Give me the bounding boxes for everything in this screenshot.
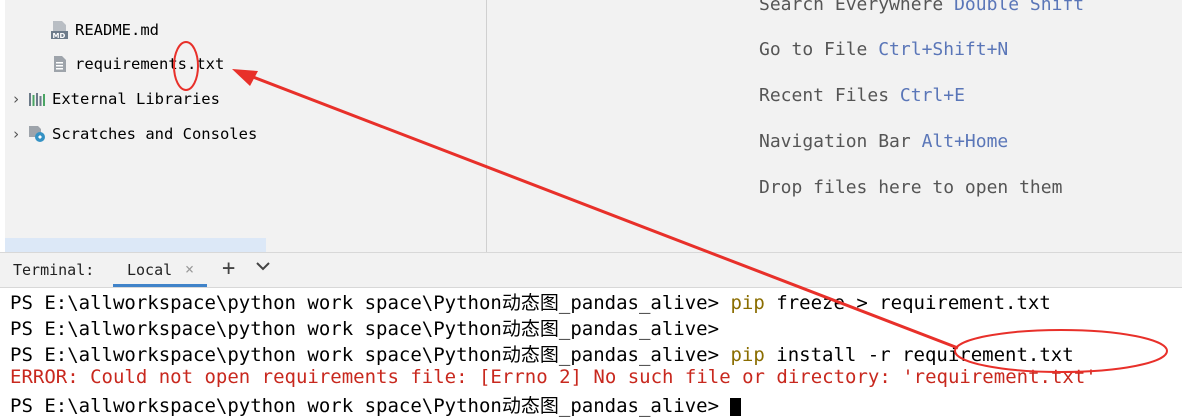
terminal-title: Terminal: (13, 261, 95, 279)
hint-text: Recent Files (759, 85, 890, 106)
hint-drop-files: Drop files here to open them (759, 177, 1062, 198)
terminal-prompt: PS E:\allworkspace\python work space\Pyt… (10, 292, 720, 314)
editor-empty-area (487, 0, 1182, 252)
terminal-prompt: PS E:\allworkspace\python work space\Pyt… (10, 395, 720, 417)
tree-item-label: Scratches and Consoles (52, 125, 258, 143)
terminal-cursor (730, 397, 742, 416)
hint-shortcut: Double Shift (954, 0, 1085, 15)
tab-label: Local (127, 261, 173, 279)
terminal-header: Terminal: Local × + (0, 252, 1182, 288)
terminal-prompt: PS E:\allworkspace\python work space\Pyt… (10, 344, 720, 366)
terminal-line: PS E:\allworkspace\python work space\Pyt… (10, 391, 742, 418)
hint-shortcut: Alt+Home (921, 131, 1009, 152)
terminal-line: PS E:\allworkspace\python work space\Pyt… (10, 340, 1074, 367)
markdown-file-icon: MD (51, 20, 69, 40)
hint-shortcut: Ctrl+Shift+N (878, 39, 1009, 60)
hint-text: Go to File (759, 39, 868, 60)
terminal-prompt: PS E:\allworkspace\python work space\Pyt… (10, 318, 720, 340)
chevron-down-icon[interactable] (255, 258, 271, 279)
chevron-right-icon[interactable]: › (10, 125, 22, 143)
tree-item-cut-off (52, 0, 92, 2)
scratches-icon (28, 125, 46, 143)
tree-item-requirements[interactable]: requirements.txt (53, 53, 224, 75)
hint-navigation-bar: Navigation Bar Alt+Home (759, 131, 1008, 152)
hint-shortcut: Ctrl+E (899, 85, 965, 106)
tree-item-label: README.md (75, 21, 159, 39)
terminal-error-line: ERROR: Could not open requirements file:… (10, 366, 1097, 388)
libraries-icon (28, 91, 46, 107)
terminal-line: PS E:\allworkspace\python work space\Pyt… (10, 288, 1051, 315)
terminal-error-text: ERROR: Could not open requirements file:… (10, 366, 1097, 388)
terminal-command: pip (730, 344, 765, 366)
horizontal-scrollbar[interactable] (5, 238, 266, 252)
hint-text: Drop files here to open them (759, 177, 1063, 198)
add-tab-button[interactable]: + (222, 256, 235, 281)
hint-search-everywhere: Search Everywhere Double Shift (759, 0, 1084, 15)
tree-item-readme[interactable]: MD README.md (51, 19, 159, 41)
tree-item-label: requirements.txt (75, 55, 225, 73)
tree-item-label: External Libraries (52, 90, 220, 108)
active-tab-indicator (113, 284, 207, 287)
terminal-args: install -r requirement.txt (764, 344, 1074, 366)
tree-item-external-libraries[interactable]: › External Libraries (10, 88, 220, 110)
terminal-output[interactable]: PS E:\allworkspace\python work space\Pyt… (0, 288, 1182, 417)
hint-recent-files: Recent Files Ctrl+E (759, 85, 965, 106)
svg-text:MD: MD (53, 32, 66, 40)
project-panel-edge (0, 0, 5, 252)
hint-text: Search Everywhere (759, 0, 944, 15)
terminal-command: pip (730, 292, 765, 314)
tab-local[interactable]: Local × (113, 253, 207, 287)
text-file-icon (53, 55, 67, 73)
hint-go-to-file: Go to File Ctrl+Shift+N (759, 39, 1008, 60)
chevron-right-icon[interactable]: › (10, 90, 22, 108)
close-icon[interactable]: × (185, 260, 194, 278)
terminal-args: freeze > requirement.txt (764, 292, 1051, 314)
terminal-line: PS E:\allworkspace\python work space\Pyt… (10, 314, 719, 341)
tree-item-scratches[interactable]: › Scratches and Consoles (10, 123, 257, 145)
hint-text: Navigation Bar (759, 131, 911, 152)
